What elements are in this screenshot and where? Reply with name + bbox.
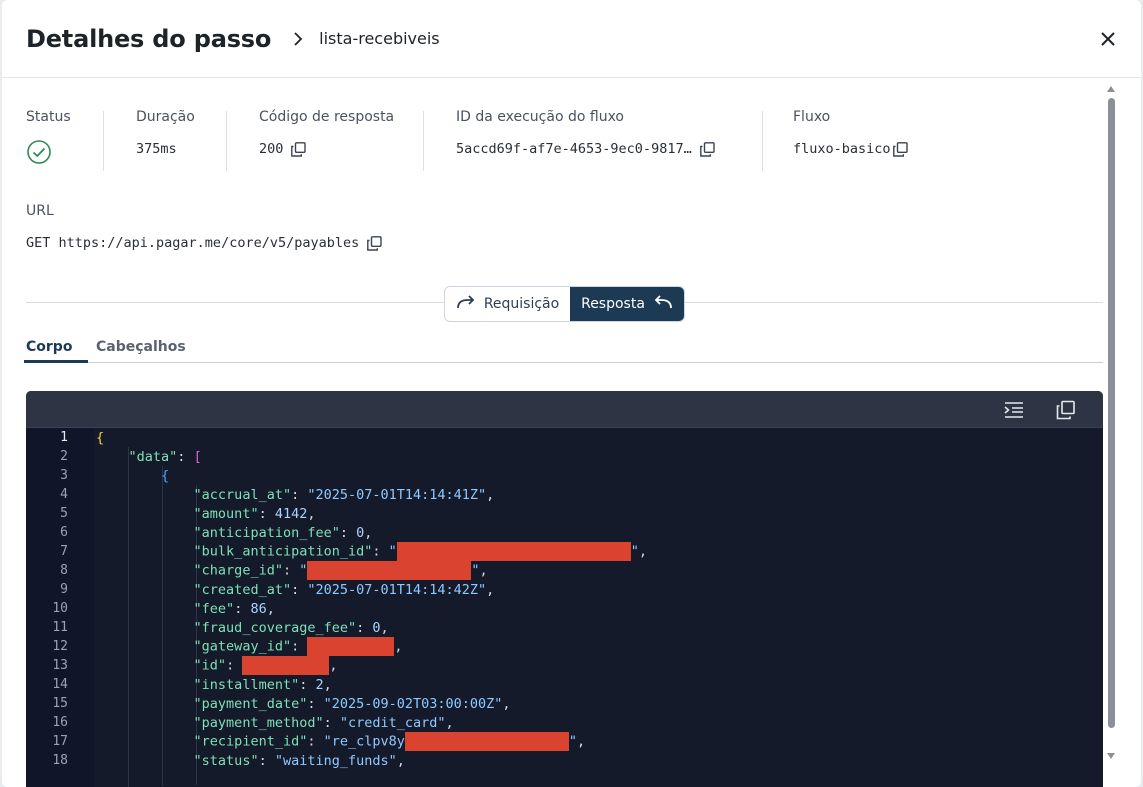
scrollbar-thumb[interactable] <box>1108 98 1115 728</box>
copy-icon[interactable] <box>699 141 715 157</box>
redacted-value <box>404 732 569 751</box>
execution-id-label: ID da execução do fluxo <box>456 109 624 125</box>
copy-icon[interactable] <box>291 141 307 157</box>
code-line: 5 "amount": 4142, <box>60 505 316 522</box>
breadcrumb-step-name: lista-recebiveis <box>319 29 440 48</box>
duration-value: 375ms <box>136 141 177 157</box>
flow-value: fluxo-basico <box>793 141 891 157</box>
body-tabs: Corpo Cabeçalhos <box>23 339 1103 363</box>
editor-toolbar <box>26 391 1103 428</box>
forward-arrow-icon <box>456 295 476 313</box>
request-toggle-button[interactable]: Requisição <box>445 287 570 321</box>
format-indent-icon[interactable] <box>1004 400 1024 420</box>
code-line: 15 "payment_date": "2025-09-02T03:00:00Z… <box>52 695 511 712</box>
reply-arrow-icon <box>653 295 673 313</box>
code-line: 4 "accrual_at": "2025-07-01T14:14:41Z", <box>60 486 495 503</box>
code-line: 8 "charge_id": " ", <box>60 561 488 580</box>
url-value: GET https://api.pagar.me/core/v5/payable… <box>26 235 360 251</box>
code-line: 16 "payment_method": "credit_card", <box>52 714 454 731</box>
response-code-label: Código de resposta <box>259 109 395 125</box>
response-code-value: 200 <box>259 141 284 157</box>
redacted-value <box>396 542 631 561</box>
duration-field: Duração 375ms <box>104 109 226 173</box>
modal-scrollbar[interactable] <box>1106 84 1117 764</box>
scroll-up-arrow-icon[interactable] <box>1107 86 1115 92</box>
code-line: 18 "status": "waiting_funds", <box>52 752 405 769</box>
response-code-field: Código de resposta 200 <box>227 109 423 173</box>
code-area[interactable]: 1{ 2 "data": [ 3 { 4 "accrual_at": "2025… <box>26 428 1103 787</box>
duration-label: Duração <box>136 109 195 125</box>
modal-content: Status Duração 375ms Código de resposta … <box>2 79 1103 787</box>
step-metadata: Status Duração 375ms Código de resposta … <box>26 109 963 173</box>
copy-code-icon[interactable] <box>1056 400 1076 420</box>
code-line: 1{ <box>60 429 105 446</box>
redacted-value <box>307 561 472 580</box>
status-label: Status <box>26 109 71 125</box>
execution-id-value: 5accd69f-af7e-4653-9ec0-9817… <box>456 141 692 157</box>
copy-icon[interactable] <box>892 141 908 157</box>
url-label: URL <box>26 203 54 219</box>
code-line: 12 "gateway_id": , <box>52 637 403 656</box>
scroll-down-arrow-icon[interactable] <box>1107 753 1115 759</box>
close-icon[interactable] <box>1099 30 1117 48</box>
request-toggle-label: Requisição <box>483 296 560 312</box>
response-body-editor[interactable]: 1{ 2 "data": [ 3 { 4 "accrual_at": "2025… <box>26 391 1103 787</box>
copy-icon[interactable] <box>367 235 382 251</box>
flow-field: Fluxo fluxo-basico <box>763 109 963 173</box>
tab-headers[interactable]: Cabeçalhos <box>96 339 186 355</box>
code-line: 6 "anticipation_fee": 0, <box>60 524 373 541</box>
response-toggle-label: Resposta <box>581 296 645 312</box>
redacted-value <box>242 656 330 675</box>
step-details-modal: Detalhes do passo lista-recebiveis Statu… <box>2 0 1141 787</box>
tab-body[interactable]: Corpo <box>23 339 89 363</box>
flow-label: Fluxo <box>793 109 831 125</box>
code-line: 7 "bulk_anticipation_id": " ", <box>60 542 648 561</box>
code-line: 14 "installment": 2, <box>52 676 332 693</box>
execution-id-field: ID da execução do fluxo 5accd69f-af7e-46… <box>424 109 762 173</box>
chevron-right-icon <box>293 31 303 46</box>
code-line: 9 "created_at": "2025-07-01T14:14:42Z", <box>60 581 495 598</box>
code-line: 3 { <box>60 467 170 484</box>
response-toggle-button[interactable]: Resposta <box>570 287 684 321</box>
modal-header: Detalhes do passo lista-recebiveis <box>2 0 1141 78</box>
code-line: 17 "recipient_id": "re_clpv8y ", <box>52 732 586 751</box>
code-line: 11 "fraud_coverage_fee": 0, <box>52 619 389 636</box>
code-line: 2 "data": [ <box>60 448 202 465</box>
url-field: URL GET https://api.pagar.me/core/v5/pay… <box>26 203 382 251</box>
redacted-value <box>307 637 395 656</box>
request-response-toggle: Requisição Resposta <box>444 286 685 322</box>
page-title: Detalhes do passo <box>26 24 272 53</box>
success-check-icon <box>26 139 52 169</box>
code-line: 10 "fee": 86, <box>52 600 275 617</box>
status-field: Status <box>26 109 103 173</box>
code-line: 13 "id": , <box>52 656 338 675</box>
